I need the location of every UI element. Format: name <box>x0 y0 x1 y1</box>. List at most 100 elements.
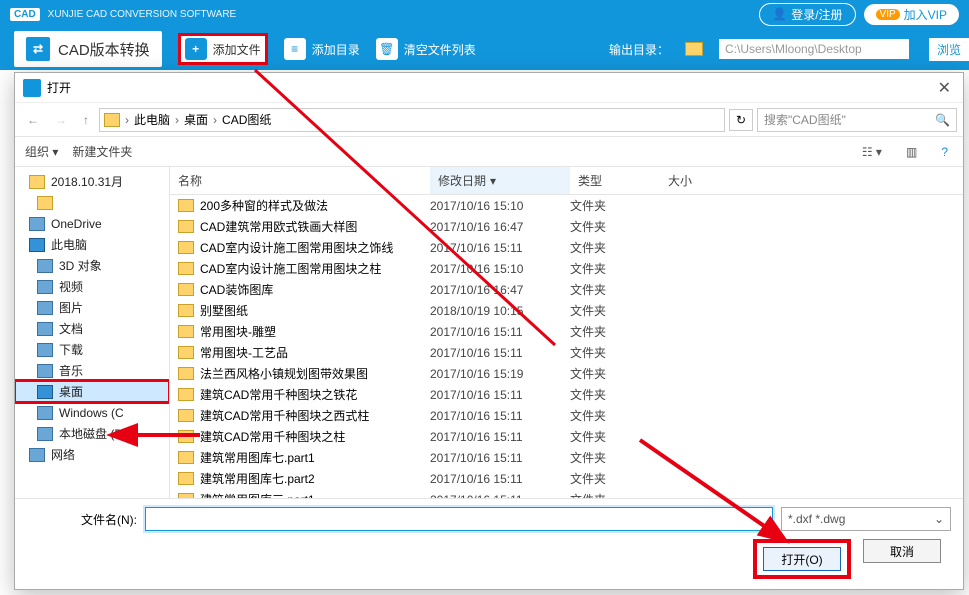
chevron-right-icon: › <box>122 113 132 127</box>
col-size[interactable]: 大小 <box>660 167 750 194</box>
tree-node[interactable]: 图片 <box>15 297 169 318</box>
folder-icon <box>178 262 194 275</box>
back-icon[interactable]: ← <box>21 113 45 127</box>
folder-icon <box>29 217 45 231</box>
folder-icon <box>178 325 194 338</box>
tree-node[interactable] <box>15 192 169 213</box>
filter-combo[interactable]: *.dxf *.dwg ⌄ <box>781 507 951 531</box>
cancel-button[interactable]: 取消 <box>863 539 941 563</box>
file-row[interactable]: 法兰西风格小镇规划图带效果图2017/10/16 15:19文件夹 <box>170 363 963 384</box>
folder-icon <box>37 364 53 378</box>
organize-menu[interactable]: 组织 ▾ <box>25 143 58 160</box>
folder-icon <box>37 322 53 336</box>
folder-icon <box>178 409 194 422</box>
file-row[interactable]: 常用图块-工艺品2017/10/16 15:11文件夹 <box>170 342 963 363</box>
file-row[interactable]: CAD室内设计施工图常用图块之饰线2017/10/16 15:11文件夹 <box>170 237 963 258</box>
col-date[interactable]: 修改日期▾ <box>430 167 570 194</box>
folder-icon <box>37 343 53 357</box>
tree-node[interactable]: 2018.10.31月 <box>15 171 169 192</box>
folder-icon <box>685 42 703 56</box>
filename-label: 文件名(N): <box>27 511 137 528</box>
folder-tree[interactable]: 2018.10.31月 OneDrive此电脑3D 对象视频图片文档下载音乐桌面W… <box>15 167 170 498</box>
search-icon: 🔍 <box>935 113 950 127</box>
folder-icon <box>178 283 194 296</box>
folder-icon <box>29 448 45 462</box>
vip-button[interactable]: VIP 加入VIP <box>864 4 959 25</box>
tree-node[interactable]: 此电脑 <box>15 234 169 255</box>
col-name[interactable]: 名称 <box>170 167 430 194</box>
trash-icon: 🗑 <box>376 38 398 60</box>
file-row[interactable]: CAD装饰图库2017/10/16 16:47文件夹 <box>170 279 963 300</box>
chevron-right-icon: › <box>172 113 182 127</box>
open-dialog: 打开 ✕ ← → ↑ › 此电脑 › 桌面 › CAD图纸 ↻ 搜索"CAD图纸… <box>14 72 964 590</box>
browse-button[interactable]: 浏览 <box>929 38 969 61</box>
app-logo: CAD <box>10 8 40 21</box>
tree-node[interactable]: 桌面 <box>15 381 169 402</box>
folder-icon <box>37 427 53 441</box>
folder-icon <box>37 406 53 420</box>
folder-icon <box>178 451 194 464</box>
folder-icon <box>37 301 53 315</box>
toolbar: ⇄ CAD版本转换 + 添加文件 ≡ 添加目录 🗑 清空文件列表 输出目录： C… <box>0 28 969 70</box>
file-list: 名称 修改日期▾ 类型 大小 200多种窗的样式及做法2017/10/16 15… <box>170 167 963 498</box>
file-row[interactable]: 建筑CAD常用千种图块之铁花2017/10/16 15:11文件夹 <box>170 384 963 405</box>
dialog-footer: 文件名(N): *.dxf *.dwg ⌄ 打开(O) 取消 <box>15 498 963 589</box>
dialog-icon <box>23 79 41 97</box>
dialog-title: 打开 <box>47 79 71 96</box>
new-folder-button[interactable]: 新建文件夹 <box>72 143 132 160</box>
tree-node[interactable]: 3D 对象 <box>15 255 169 276</box>
user-icon: 👤 <box>772 7 787 21</box>
file-row[interactable]: 200多种窗的样式及做法2017/10/16 15:10文件夹 <box>170 195 963 216</box>
tree-node[interactable]: Windows (C <box>15 402 169 423</box>
file-row[interactable]: CAD室内设计施工图常用图块之柱2017/10/16 15:10文件夹 <box>170 258 963 279</box>
up-icon[interactable]: ↑ <box>77 113 95 127</box>
tree-node[interactable]: 文档 <box>15 318 169 339</box>
tree-node[interactable]: 本地磁盘 (D: <box>15 423 169 444</box>
tree-node[interactable]: 下载 <box>15 339 169 360</box>
refresh-icon[interactable]: ↻ <box>729 109 753 131</box>
col-type[interactable]: 类型 <box>570 167 660 194</box>
view-menu[interactable]: ☷ ▾ <box>857 142 887 162</box>
file-row[interactable]: 建筑CAD常用千种图块之柱2017/10/16 15:11文件夹 <box>170 426 963 447</box>
preview-toggle[interactable]: ▥ <box>901 142 922 162</box>
add-dir-button[interactable]: ≡ 添加目录 <box>284 38 360 60</box>
search-input[interactable]: 搜索"CAD图纸" 🔍 <box>757 108 957 132</box>
forward-icon[interactable]: → <box>49 113 73 127</box>
breadcrumb[interactable]: › 此电脑 › 桌面 › CAD图纸 <box>99 108 725 132</box>
folder-icon <box>178 430 194 443</box>
folder-icon <box>178 388 194 401</box>
tree-node[interactable]: 音乐 <box>15 360 169 381</box>
file-row[interactable]: 建筑常用图库七.part22017/10/16 15:11文件夹 <box>170 468 963 489</box>
help-icon[interactable]: ? <box>936 142 953 162</box>
output-dir-field[interactable]: C:\Users\Mloong\Desktop <box>719 39 909 59</box>
add-file-button[interactable]: + 添加文件 <box>178 33 268 65</box>
app-bar: CAD XUNJIE CAD CONVERSION SOFTWARE 👤 登录/… <box>0 0 969 28</box>
tree-node[interactable]: 视频 <box>15 276 169 297</box>
folder-icon <box>178 367 194 380</box>
file-row[interactable]: CAD建筑常用欧式铁画大样图2017/10/16 16:47文件夹 <box>170 216 963 237</box>
output-dir-label: 输出目录： <box>609 41 669 58</box>
filename-input[interactable] <box>145 507 773 531</box>
open-button[interactable]: 打开(O) <box>763 547 841 571</box>
file-row[interactable]: 建筑常用图库三.part12017/10/16 15:11文件夹 <box>170 489 963 498</box>
folder-icon <box>104 113 120 127</box>
file-row[interactable]: 别墅图纸2018/10/19 10:15文件夹 <box>170 300 963 321</box>
folder-icon <box>37 259 53 273</box>
file-row[interactable]: 建筑CAD常用千种图块之西式柱2017/10/16 15:11文件夹 <box>170 405 963 426</box>
tree-node[interactable]: OneDrive <box>15 213 169 234</box>
org-row: 组织 ▾ 新建文件夹 ☷ ▾ ▥ ? <box>15 137 963 167</box>
close-icon[interactable]: ✕ <box>934 78 955 98</box>
file-row[interactable]: 建筑常用图库七.part12017/10/16 15:11文件夹 <box>170 447 963 468</box>
clear-list-button[interactable]: 🗑 清空文件列表 <box>376 38 476 60</box>
login-button[interactable]: 👤 登录/注册 <box>759 3 855 26</box>
app-subtitle: XUNJIE CAD CONVERSION SOFTWARE <box>48 9 237 20</box>
convert-tab[interactable]: ⇄ CAD版本转换 <box>14 31 162 67</box>
file-row[interactable]: 常用图块-雕塑2017/10/16 15:11文件夹 <box>170 321 963 342</box>
dialog-titlebar: 打开 ✕ <box>15 73 963 103</box>
column-headers[interactable]: 名称 修改日期▾ 类型 大小 <box>170 167 963 195</box>
chevron-down-icon: ▾ <box>490 174 496 188</box>
folder-icon <box>178 241 194 254</box>
folder-icon <box>29 238 45 252</box>
vip-icon: VIP <box>876 9 900 20</box>
tree-node[interactable]: 网络 <box>15 444 169 465</box>
